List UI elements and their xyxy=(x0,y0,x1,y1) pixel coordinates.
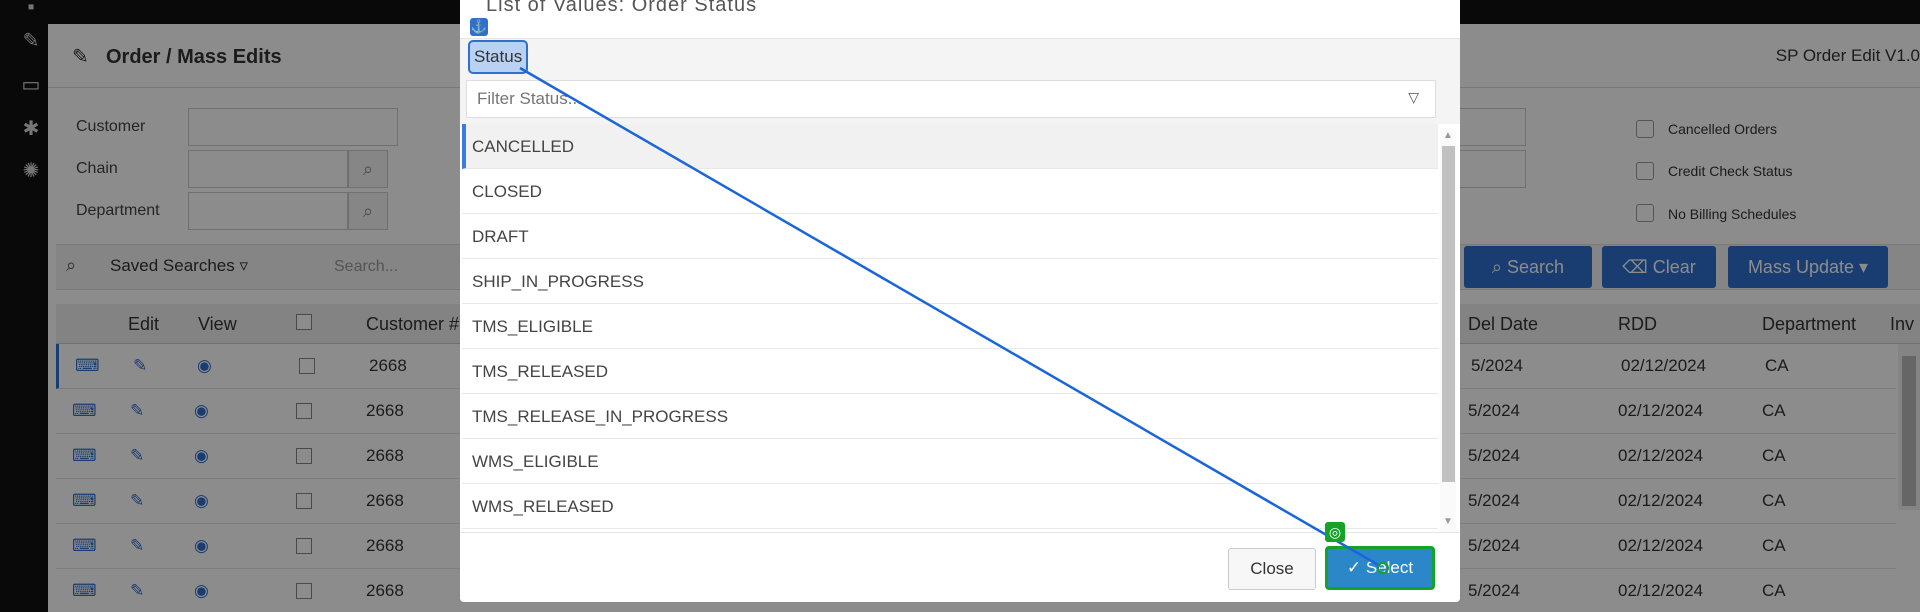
target-icon: ◎ xyxy=(1325,522,1345,542)
anchor-icon: ⚓ xyxy=(470,18,488,36)
connector-line xyxy=(519,66,1381,568)
annotation-connector xyxy=(519,66,1389,574)
target-dot xyxy=(1377,562,1389,574)
